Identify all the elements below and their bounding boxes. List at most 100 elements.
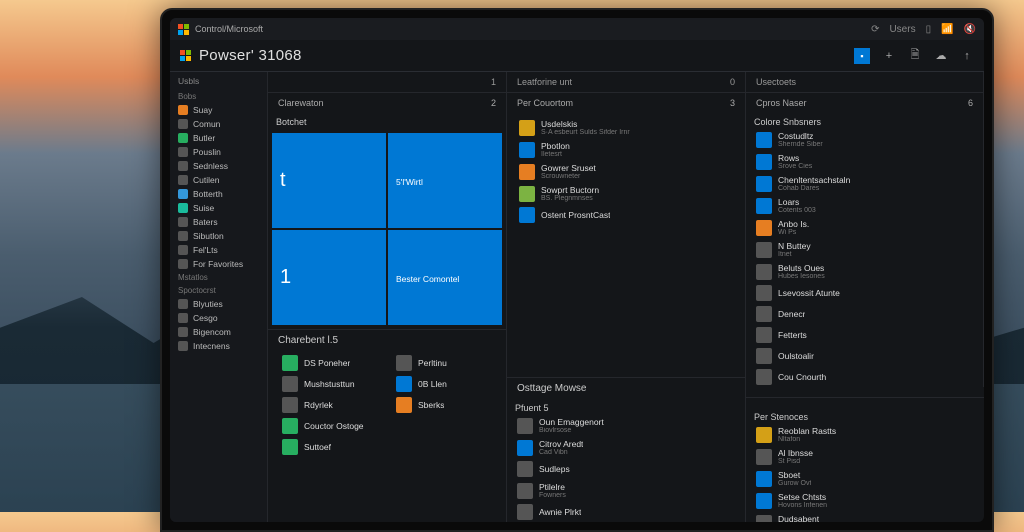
cloud-icon[interactable]: ☁ <box>934 49 948 63</box>
app-name: N Buttey <box>778 241 811 251</box>
sidebar-item-icon <box>178 119 188 129</box>
app-name: Couctor Ostoge <box>304 421 364 431</box>
app-icon <box>756 493 772 509</box>
sidebar-item[interactable]: Bigencom <box>170 325 267 339</box>
sidebar-item[interactable]: Comun <box>170 117 267 131</box>
app-item[interactable]: Al IbnsseSt Pisd <box>752 446 978 467</box>
app-item[interactable]: Awnie Plrkt <box>513 502 739 522</box>
column-3-4: Usectoets Cpros Naser6 Colore Snbsners C… <box>746 72 984 522</box>
app-icon <box>756 198 772 214</box>
app-badge-icon[interactable]: ▪ <box>854 48 870 64</box>
app-icon <box>756 427 772 443</box>
sidebar-item[interactable]: Cutilen <box>170 173 267 187</box>
sidebar-item[interactable]: Intecnens <box>170 339 267 353</box>
sidebar-item[interactable]: Suise <box>170 201 267 215</box>
app-name: Dudsabent <box>778 514 819 522</box>
app-item[interactable]: SboetGurow Ovt <box>752 468 978 489</box>
app-icon <box>517 440 533 456</box>
app-item[interactable]: 0B Llen <box>392 374 496 394</box>
header: Powser' 31068 ▪ + 🗎 ☁ ↑ <box>170 40 984 72</box>
sidebar-item[interactable]: Baters <box>170 215 267 229</box>
titlebar-label: Control/Microsoft <box>195 24 263 34</box>
sidebar: Usbls BobsSuayComunButlerPouslinSednless… <box>170 72 268 522</box>
users-label[interactable]: Users <box>889 24 915 35</box>
app-item[interactable]: PbotlonIletesrt <box>515 139 737 160</box>
sidebar-item[interactable]: Sednless <box>170 159 267 173</box>
app-item[interactable]: Mushstusttun <box>278 374 382 394</box>
sidebar-section-label: Mstatlos <box>170 271 267 284</box>
app-item[interactable]: UsdelskisS·A esbeurt Sulds Sifder Irnr <box>515 117 737 138</box>
app-item[interactable]: Oulstoalir <box>752 346 977 366</box>
app-name: Pbotlon <box>541 141 570 151</box>
add-button[interactable]: + <box>882 49 896 63</box>
sidebar-item[interactable]: Fel'Lts <box>170 243 267 257</box>
app-item[interactable]: Fetterts <box>752 325 977 345</box>
sidebar-item-label: Pouslin <box>193 147 221 157</box>
live-tile[interactable]: 5'l'Wirtl <box>388 133 502 228</box>
sidebar-item-label: Butler <box>193 133 215 143</box>
app-subtitle: Hubes Iesones <box>778 273 825 280</box>
app-item[interactable]: RowsSrove Cies <box>752 151 977 172</box>
sidebar-item[interactable]: Butler <box>170 131 267 145</box>
app-item[interactable]: Suttoef <box>278 437 382 457</box>
app-item[interactable]: ChenltentsachstalnCohab Dares <box>752 173 977 194</box>
app-name: Ptilelre <box>539 482 566 492</box>
app-item[interactable]: Sowprt BuctornBS. Plegnmnses <box>515 183 737 204</box>
app-item[interactable]: Oun EmaggenortBiovlrsose <box>513 415 739 436</box>
sidebar-item[interactable]: Suay <box>170 103 267 117</box>
refresh-icon[interactable]: ⟳ <box>871 24 879 35</box>
app-item[interactable]: Gowrer SrusetScrouwneter <box>515 161 737 182</box>
sidebar-item-label: Sednless <box>193 161 228 171</box>
app-item[interactable]: DS Poneher <box>278 353 382 373</box>
app-item[interactable]: Citrov AredtCad Vibn <box>513 437 739 458</box>
app-item[interactable]: PtilelreFowners <box>513 480 739 501</box>
app-name: Lsevossit Atunte <box>778 288 840 298</box>
app-item[interactable]: Lsevossit Atunte <box>752 283 977 303</box>
sidebar-item[interactable]: For Favorites <box>170 257 267 271</box>
app-name: 0B Llen <box>418 379 447 389</box>
app-item[interactable]: Sudleps <box>513 459 739 479</box>
sidebar-item-icon <box>178 313 188 323</box>
app-subtitle: S·A esbeurt Sulds Sifder Irnr <box>541 129 630 136</box>
app-name: Sboet <box>778 470 811 480</box>
app-subtitle: Scrouwneter <box>541 173 596 180</box>
app-item[interactable]: Beluts OuesHubes Iesones <box>752 261 977 282</box>
app-item[interactable]: Couctor Ostoge <box>278 416 382 436</box>
sidebar-item[interactable]: Botterth <box>170 187 267 201</box>
app-name: Rows <box>778 153 812 163</box>
app-item[interactable]: Cou Cnourth <box>752 367 977 387</box>
sidebar-item-icon <box>178 189 188 199</box>
live-tile[interactable]: t <box>272 133 386 228</box>
app-item[interactable]: DudsabentIrsfer <box>752 512 978 522</box>
screen: Control/Microsoft ⟳ Users ▯ 📶 🔇 Powser' … <box>170 18 984 522</box>
sidebar-item[interactable]: Cesgo <box>170 311 267 325</box>
app-name: Fetterts <box>778 330 807 340</box>
upload-icon[interactable]: ↑ <box>960 49 974 63</box>
live-tile[interactable]: 1 <box>272 230 386 325</box>
live-tile[interactable]: Bester Comontel <box>388 230 502 325</box>
app-item[interactable]: Setse ChtstsHovons Infenen <box>752 490 978 511</box>
app-item[interactable]: Ostent ProsntCast <box>515 205 737 225</box>
menu-icon[interactable]: ▯ <box>926 24 932 35</box>
sidebar-header: Usbls <box>170 72 267 90</box>
app-item[interactable]: LoarsCotents 003 <box>752 195 977 216</box>
app-item[interactable]: CostudltzShernde Siber <box>752 129 977 150</box>
sidebar-item-label: Suise <box>193 203 214 213</box>
app-item[interactable]: Rdyrlek <box>278 395 382 415</box>
app-item[interactable]: Perltinu <box>392 353 496 373</box>
sidebar-item[interactable]: Sibutlon <box>170 229 267 243</box>
app-item[interactable]: Denecr <box>752 304 977 324</box>
app-icon <box>282 439 298 455</box>
app-item[interactable]: Anbo Is.Wi Ps <box>752 217 977 238</box>
app-item[interactable]: Reoblan RasttsNltafon <box>752 424 978 445</box>
sidebar-item[interactable]: Pouslin <box>170 145 267 159</box>
app-item[interactable]: Sberks <box>392 395 496 415</box>
titlebar: Control/Microsoft ⟳ Users ▯ 📶 🔇 <box>170 18 984 40</box>
app-name: Mushstusttun <box>304 379 355 389</box>
app-name: Sudleps <box>539 464 570 474</box>
sidebar-item[interactable]: Blyuties <box>170 297 267 311</box>
app-subtitle: Cad Vibn <box>539 449 583 456</box>
app-item[interactable]: N ButteyItnet <box>752 239 977 260</box>
tile-label: Bester Comontel <box>396 274 459 284</box>
save-icon[interactable]: 🗎 <box>908 49 922 63</box>
